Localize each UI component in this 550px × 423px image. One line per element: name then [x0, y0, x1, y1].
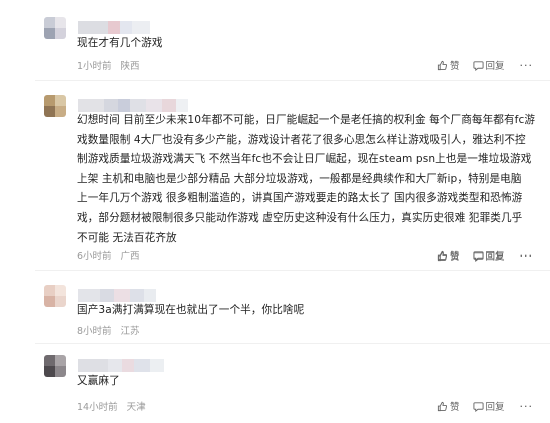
comment-bubble-icon: [472, 401, 484, 412]
avatar[interactable]: [44, 355, 66, 377]
comment-text-line: 国产3a满打满算现在也就出了一个半，你比啥呢: [77, 304, 305, 316]
thumbs-up-icon: [437, 60, 448, 70]
comment-actions: 赞 回复 ···: [437, 58, 533, 72]
avatar[interactable]: [44, 95, 66, 117]
comment-list: 现在才有几个游戏 1小时前 陕西 赞 回复 ··· 幻想时间 目前至少未来10年…: [0, 0, 550, 423]
comment-bubble-icon: [472, 60, 484, 71]
comment-time: 6小时前: [77, 251, 112, 262]
comment-location: 江苏: [120, 326, 140, 337]
more-options-button[interactable]: ···: [520, 250, 534, 263]
avatar[interactable]: [44, 17, 66, 39]
more-dots-icon: ···: [519, 249, 534, 263]
comment-text-line: 又赢麻了: [77, 375, 120, 387]
comment-content: 现在才有几个游戏: [77, 34, 538, 54]
like-label: 赞: [450, 252, 460, 263]
comment-content: 幻想时间 目前至少未来10年都不可能，日厂能崛起一个是老任搞的权利金 每个厂商每…: [77, 111, 538, 248]
comment-time: 8小时前: [77, 326, 112, 337]
comment-meta: 6小时前 广西: [77, 248, 140, 262]
thumbs-up-icon: [437, 251, 448, 261]
reply-button[interactable]: 回复: [472, 58, 505, 72]
comment-text-line: 戏，部分题材被限制很多只能动作游戏 虚空历史这种没有什么压力，真实历史很难 犯罪…: [77, 211, 523, 224]
comment-meta: 14小时前 天津: [77, 399, 146, 413]
thumbs-up-icon: [437, 401, 448, 411]
username-blurred[interactable]: [78, 21, 150, 34]
like-button[interactable]: 赞: [437, 399, 460, 413]
more-dots-icon: ···: [519, 58, 534, 72]
comment-text-line: 戏数量限制 4大厂也没有多少产能，游戏设计者花了很多心思怎么样让游戏吸引人，雅达…: [77, 133, 526, 146]
more-options-button[interactable]: ···: [520, 400, 534, 413]
comment-text-line: 上架 主机和电脑也是少部分精品 大部分垃圾游戏，一般都是经典续作和大厂新ip，特…: [77, 172, 522, 185]
comment-content: 国产3a满打满算现在也就出了一个半，你比啥呢: [77, 301, 538, 321]
more-options-button[interactable]: ···: [520, 59, 534, 72]
comment-text-line: 不可能 无法百花齐放: [77, 231, 177, 244]
comment-time: 1小时前: [77, 61, 112, 72]
reply-label: 回复: [485, 402, 505, 413]
comment-text-line: 上一年几万个游戏 很多粗制滥造的，讲真国产游戏要走的路太长了 国内很多游戏类型和…: [77, 192, 523, 205]
divider: [35, 343, 550, 344]
reply-button[interactable]: 回复: [472, 249, 505, 263]
comment-meta: 8小时前 江苏: [77, 323, 140, 337]
like-label: 赞: [450, 402, 460, 413]
comment-text-line: 幻想时间 目前至少未来10年都不可能，日厂能崛起一个是老任搞的权利金 每个厂商每…: [77, 114, 536, 126]
reply-button[interactable]: 回复: [472, 399, 505, 413]
comment-text-line: 制游戏质量垃圾游戏满天飞 不然当年fc也不会让日厂崛起，现在steam psn上…: [77, 153, 532, 166]
like-button[interactable]: 赞: [437, 249, 460, 263]
comment-meta: 1小时前 陕西: [77, 58, 140, 72]
divider: [35, 270, 550, 271]
comment-time: 14小时前: [77, 402, 118, 413]
comment-location: 陕西: [120, 61, 140, 72]
more-dots-icon: ···: [519, 399, 534, 413]
comment-location: 广西: [120, 251, 140, 262]
username-blurred[interactable]: [78, 359, 164, 372]
comment-text-line: 现在才有几个游戏: [77, 37, 163, 49]
like-label: 赞: [450, 61, 460, 72]
divider: [35, 80, 550, 81]
reply-label: 回复: [485, 252, 505, 263]
comment-bubble-icon: [472, 251, 484, 262]
reply-label: 回复: [485, 61, 505, 72]
comment-location: 天津: [126, 402, 146, 413]
comment-actions: 赞 回复 ···: [437, 249, 533, 263]
avatar[interactable]: [44, 285, 66, 307]
comment-actions: 赞 回复 ···: [437, 399, 533, 413]
like-button[interactable]: 赞: [437, 58, 460, 72]
comment-content: 又赢麻了: [77, 372, 538, 392]
